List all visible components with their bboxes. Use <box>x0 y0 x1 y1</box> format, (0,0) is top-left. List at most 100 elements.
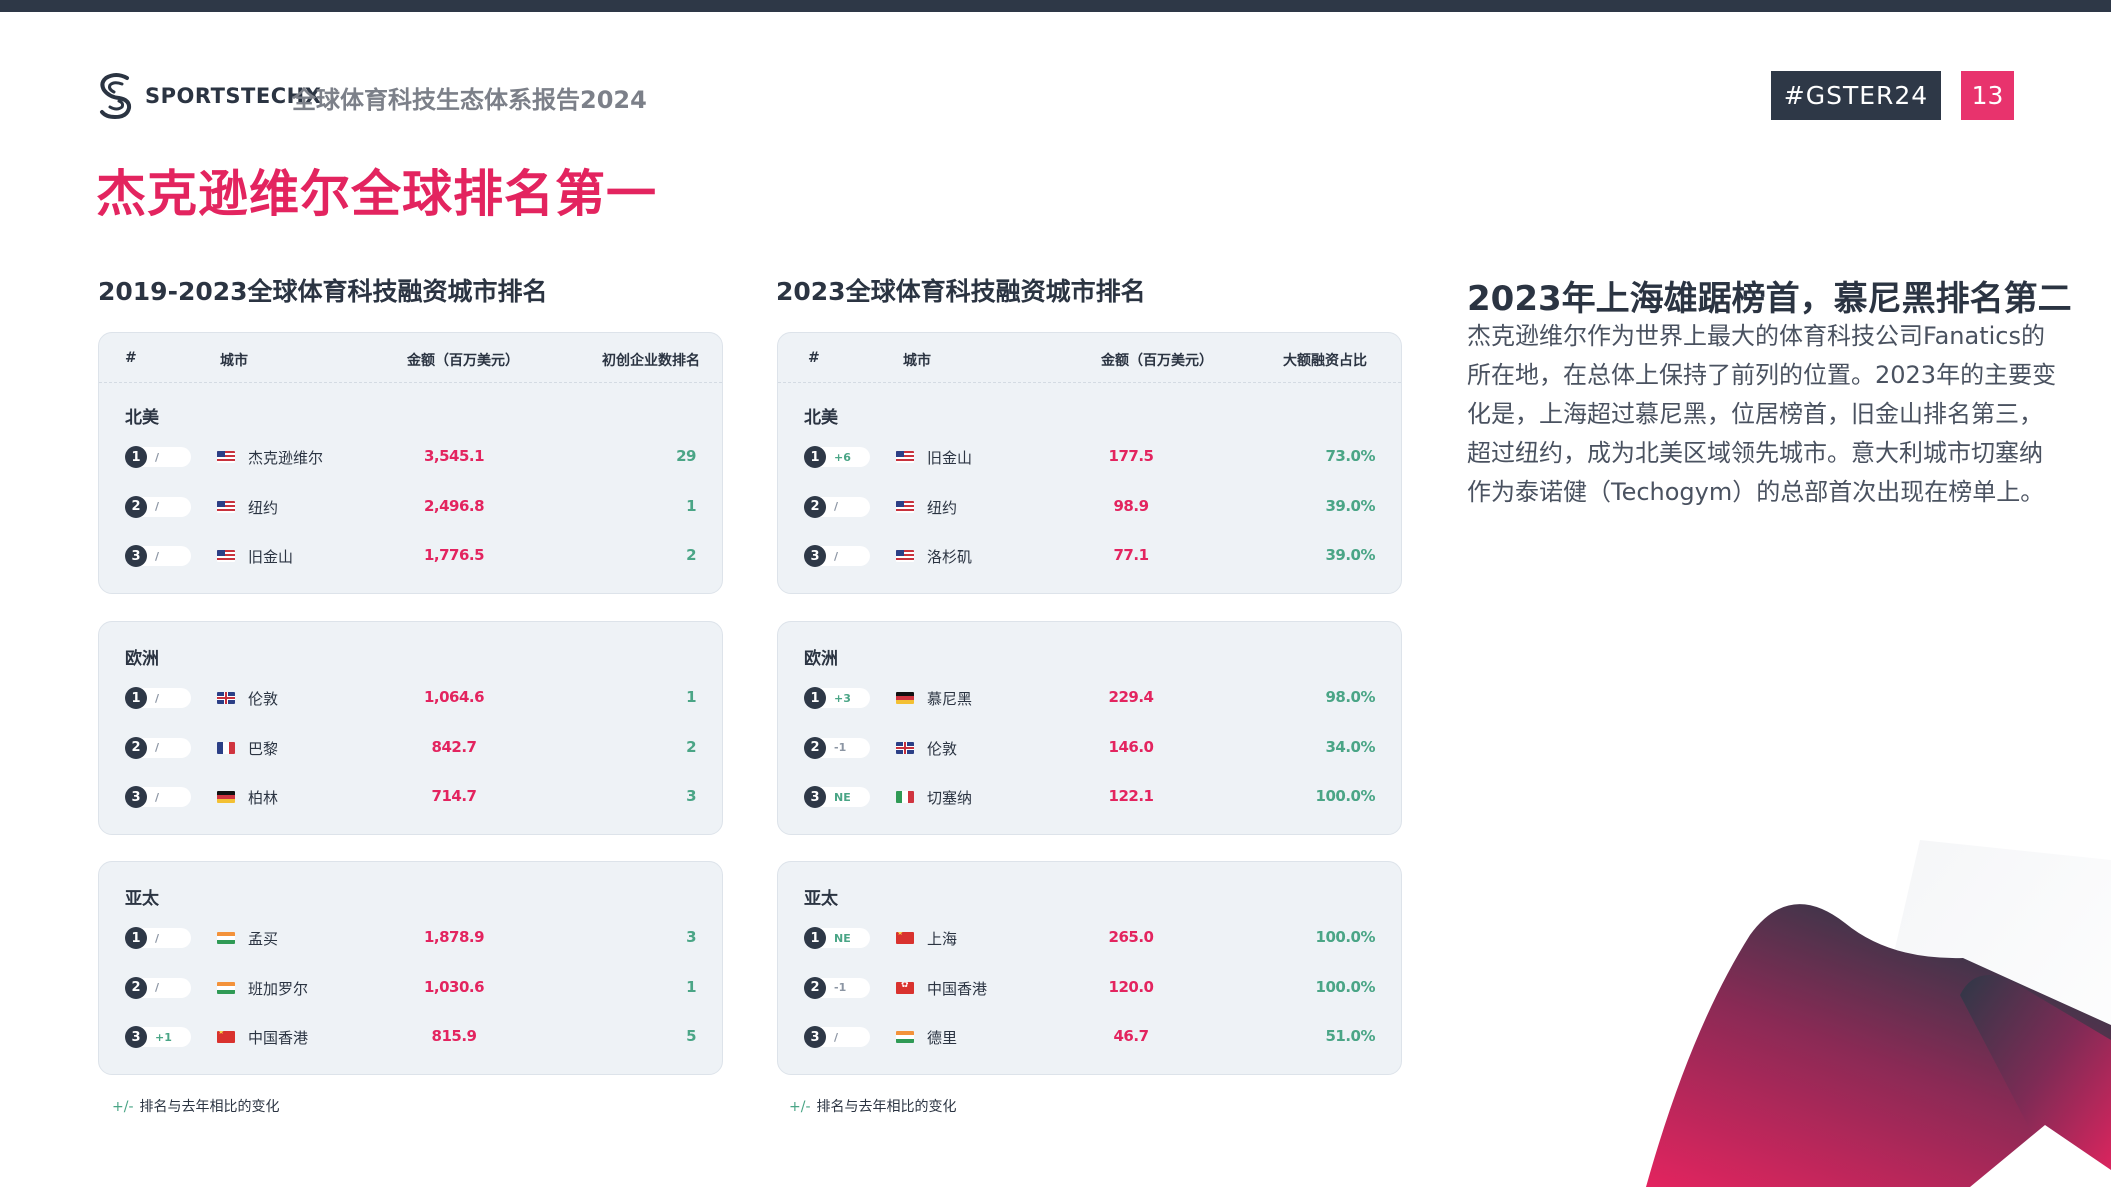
table-row: /2 巴黎 842.7 2 <box>99 734 722 762</box>
city-name: 孟买 <box>248 930 279 948</box>
flag-in-icon <box>896 1031 914 1043</box>
table-row: /3 柏林 714.7 3 <box>99 783 722 811</box>
left-region-card: 亚太/1孟买1,878.93/2班加罗尔1,030.61+13中国香港815.9… <box>98 861 723 1075</box>
middle-note-text: 排名与去年相比的变化 <box>816 1099 957 1115</box>
flag-uk-icon <box>217 692 235 704</box>
table-row: /1 孟买 1,878.9 3 <box>99 924 722 952</box>
middle-note-symbol: +/- <box>789 1099 811 1115</box>
flag-us-icon <box>217 550 235 562</box>
table-row: /1 杰克逊维尔 3,545.1 29 <box>99 443 722 471</box>
rank-number: 1 <box>125 927 147 949</box>
city-name: 上海 <box>927 930 958 948</box>
page-number: 13 <box>1961 71 2014 120</box>
city-name: 洛杉矶 <box>927 548 973 566</box>
left-region-card: 欧洲/1 伦敦 1,064.6 1/2 巴黎 842.7 2/3 柏林 714.7 3 <box>98 621 723 835</box>
table-row: /3 德里 46.7 51.0% <box>778 1023 1401 1051</box>
startup-rank-value: 2 <box>686 737 696 756</box>
hashtag-badge: #GSTER24 <box>1771 71 1941 120</box>
table-row: +3 1 慕尼黑 229.4 98.0% <box>778 684 1401 712</box>
city-name: 杰克逊维尔 <box>248 449 324 467</box>
startup-rank-value: 5 <box>686 1027 696 1045</box>
city-name: 纽约 <box>248 498 279 517</box>
flag-us-icon <box>896 451 914 463</box>
middle-region-label: 亚太 <box>804 889 838 909</box>
rank-number: 3 <box>804 545 826 567</box>
table-row: NE1上海265.0100.0% <box>778 924 1401 952</box>
left-column-header: 金额（百万美元） <box>407 353 519 369</box>
amount-value: 120.0 <box>1108 977 1154 996</box>
report-title: 全球体育科技生态体系报告2024 <box>292 86 647 114</box>
table-row: /3 洛杉矶 77.1 39.0% <box>778 542 1401 570</box>
flag-it-icon <box>896 791 914 803</box>
left-note-text: 排名与去年相比的变化 <box>139 1099 280 1115</box>
rank-number: 3 <box>125 545 147 567</box>
left-column-header: # <box>125 350 137 366</box>
rank-number: 3 <box>125 1026 147 1048</box>
city-name: 慕尼黑 <box>927 690 973 708</box>
rank-number: 1 <box>804 927 826 949</box>
left-table-header: # 城市 金额（百万美元） 初创企业数排名 <box>99 333 722 383</box>
amount-value: 46.7 <box>1113 1027 1149 1045</box>
startup-rank-value: 3 <box>686 787 696 805</box>
middle-column-header: 金额（百万美元） <box>1101 353 1213 369</box>
city-name: 旧金山 <box>927 449 973 467</box>
table-row: /1 伦敦 1,064.6 1 <box>99 684 722 712</box>
table-row: /2 纽约 2,496.8 1 <box>99 493 722 521</box>
middle-region-label: 欧洲 <box>804 649 838 669</box>
table-row: /2 纽约 98.9 39.0% <box>778 493 1401 521</box>
left-region-label: 北美 <box>125 408 159 428</box>
flag-us-icon <box>217 500 235 513</box>
rank-number: 2 <box>804 976 826 999</box>
city-name: 切塞纳 <box>927 789 973 807</box>
middle-region-card: # 城市 金额（百万美元） 大额融资占比 北美 +6 1 旧金山 177.5 73.0%/2 纽约 9… <box>777 332 1402 594</box>
middle-region-card: 亚太NE1上海265.0100.0%-12中国香港120.0100.0%/3德里… <box>777 861 1402 1075</box>
left-column-header: 城市 <box>220 353 248 369</box>
left-note-symbol: +/- <box>112 1099 134 1115</box>
amount-value: 146.0 <box>1108 737 1154 756</box>
flag-in-icon <box>217 981 235 994</box>
large-deal-share-value: 39.0% <box>1325 546 1375 564</box>
flag-fr-icon <box>217 741 235 754</box>
decorative-shape <box>1646 840 2111 1187</box>
page-headline: 杰克逊维尔全球排名第一 <box>96 165 657 223</box>
flag-us-icon <box>896 500 914 513</box>
left-region-label: 欧洲 <box>125 649 159 669</box>
startup-rank-value: 29 <box>676 447 696 465</box>
rank-number: 2 <box>125 495 147 518</box>
startup-rank-value: 3 <box>686 928 696 946</box>
flag-de-icon <box>217 791 235 803</box>
city-name: 柏林 <box>248 789 279 807</box>
amount-value: 265.0 <box>1108 928 1154 946</box>
amount-value: 122.1 <box>1108 787 1154 805</box>
flag-uk-icon <box>896 741 914 754</box>
table-row: /2 班加罗尔 1,030.6 1 <box>99 974 722 1002</box>
large-deal-share-value: 73.0% <box>1325 447 1375 465</box>
amount-value: 1,064.6 <box>423 688 485 706</box>
large-deal-share-value: 100.0% <box>1315 928 1376 946</box>
right-body: 杰克逊维尔作为世界上最大的体育科技公司Fanatics的所在地，在总体上保持了前… <box>1467 322 2057 506</box>
middle-column-header: 城市 <box>903 353 931 369</box>
amount-value: 77.1 <box>1113 546 1149 564</box>
right-title: 2023年上海雄踞榜首，慕尼黑排名第二 <box>1467 279 2072 319</box>
amount-value: 815.9 <box>431 1027 477 1045</box>
amount-value: 1,878.9 <box>423 928 485 946</box>
rank-number: 1 <box>125 687 147 709</box>
rank-number: 2 <box>804 736 826 759</box>
large-deal-share-value: 100.0% <box>1315 977 1376 996</box>
rank-number: 1 <box>125 446 147 468</box>
city-name: 旧金山 <box>248 548 294 566</box>
large-deal-share-value: 100.0% <box>1315 787 1376 805</box>
table-row: /3 旧金山 1,776.5 2 <box>99 542 722 570</box>
table-row: +13中国香港815.95 <box>99 1023 722 1051</box>
startup-rank-value: 1 <box>686 496 696 515</box>
city-name: 伦敦 <box>248 690 279 708</box>
amount-value: 229.4 <box>1108 688 1154 706</box>
top-bar <box>0 0 2111 12</box>
flag-hk-icon <box>896 981 914 994</box>
startup-rank-value: 1 <box>686 977 696 996</box>
left-region-label: 亚太 <box>125 889 159 909</box>
amount-value: 842.7 <box>431 737 477 756</box>
rank-number: 1 <box>804 687 826 709</box>
table-row: -1 2 伦敦 146.0 34.0% <box>778 734 1401 762</box>
middle-note: +/- 排名与去年相比的变化 <box>789 1096 957 1116</box>
